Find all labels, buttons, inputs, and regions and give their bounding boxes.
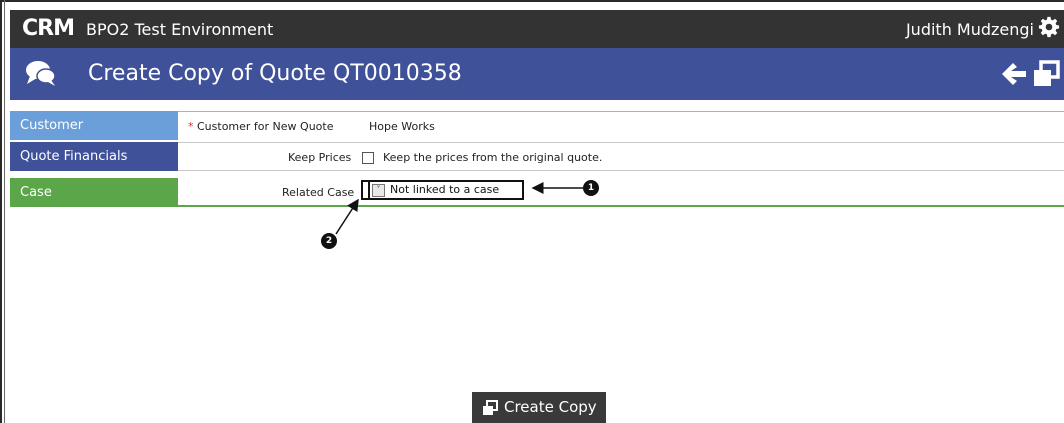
create-copy-label: Create Copy: [504, 398, 597, 416]
copy-icon: [483, 400, 498, 415]
create-copy-button[interactable]: Create Copy: [472, 392, 606, 423]
customer-section: Customer * Customer for New Quote Hope W…: [10, 111, 1064, 140]
quote-financials-section: Quote Financials Keep Prices Keep the pr…: [10, 142, 1064, 171]
environment-title: BPO2 Test Environment: [86, 20, 274, 39]
chevron-down-icon[interactable]: ˅: [372, 184, 385, 197]
case-section-body: Related Case ˅ Not linked to a case: [178, 178, 1064, 207]
top-bar: CRM BPO2 Test Environment Judith Mudzeng…: [10, 10, 1064, 48]
related-case-value: Not linked to a case: [390, 183, 500, 196]
gear-icon[interactable]: [1038, 16, 1060, 38]
related-case-label: Related Case: [282, 186, 355, 199]
page-title: Create Copy of Quote QT0010358: [88, 61, 462, 86]
copy-icon[interactable]: [1032, 60, 1060, 88]
callout-badge-2: 2: [321, 233, 337, 249]
section-tab-quote-financials[interactable]: Quote Financials: [10, 142, 178, 171]
case-section: Case Related Case ˅ Not linked to a case: [10, 178, 1064, 207]
customer-value[interactable]: Hope Works: [369, 112, 435, 141]
user-name[interactable]: Judith Mudzengi: [906, 20, 1034, 39]
quote-financials-section-body: Keep Prices Keep the prices from the ori…: [178, 142, 1064, 171]
callout-badge-1: 1: [583, 180, 599, 196]
crm-logo[interactable]: CRM: [22, 16, 75, 41]
keep-prices-checkbox[interactable]: [362, 152, 374, 164]
keep-prices-label: Keep Prices: [288, 151, 352, 164]
customer-label-text: Customer for New Quote: [197, 120, 334, 133]
customer-field-label: * Customer for New Quote: [188, 112, 333, 141]
keep-prices-description: Keep the prices from the original quote.: [383, 151, 603, 164]
back-arrow-icon[interactable]: [1000, 60, 1028, 88]
related-case-select[interactable]: ˅ Not linked to a case: [368, 180, 524, 200]
page-header: Create Copy of Quote QT0010358: [10, 48, 1064, 100]
required-marker: *: [188, 120, 194, 133]
customer-section-body: * Customer for New Quote Hope Works: [178, 111, 1064, 140]
section-tab-case[interactable]: Case: [10, 178, 178, 207]
section-tab-customer[interactable]: Customer: [10, 111, 178, 140]
chat-bubbles-icon: [26, 61, 56, 86]
